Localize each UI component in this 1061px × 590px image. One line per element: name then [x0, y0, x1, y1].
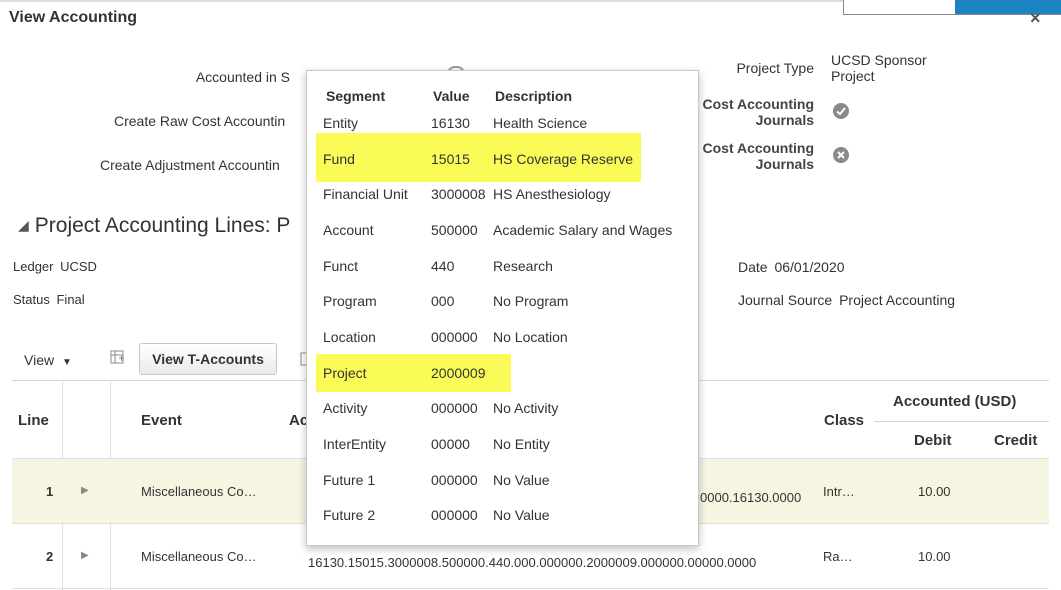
status-field: Status Final: [13, 292, 85, 307]
col-header-class[interactable]: Class: [824, 412, 864, 429]
row-line-number: 1: [46, 484, 54, 499]
status-value: Final: [56, 292, 85, 307]
row-divider: [12, 588, 1049, 589]
segment-description: No Value: [493, 507, 550, 523]
view-t-accounts-button[interactable]: View T-Accounts: [139, 343, 277, 375]
section-title-text: Project Accounting Lines: P: [34, 214, 291, 237]
detach-table-icon[interactable]: [108, 348, 126, 369]
view-menu[interactable]: View ▼: [24, 352, 72, 368]
segment-name: Fund: [323, 151, 355, 167]
segment-value: 000: [431, 293, 455, 309]
journal-source-field: Journal Source Project Accounting: [738, 292, 955, 308]
segment-description: Health Science: [493, 115, 588, 131]
popup-header-segment: Segment: [326, 88, 386, 104]
segment-name: Project: [323, 365, 367, 381]
account-segments-popup: Segment Value Description Entity 16130 H…: [306, 70, 699, 546]
collapse-triangle-icon[interactable]: ◢: [18, 217, 29, 233]
segment-value: 15015: [431, 151, 470, 167]
view-menu-label: View: [24, 352, 55, 368]
segment-value: 3000008: [431, 186, 486, 202]
segment-description: No Location: [493, 329, 568, 345]
segment-description: No Entity: [493, 436, 550, 452]
col-header-event[interactable]: Event: [141, 412, 182, 429]
ledger-value: UCSD: [60, 259, 97, 274]
segment-description: No Value: [493, 472, 550, 488]
create-adjustment-label: Create Adjustment Accountin: [100, 157, 280, 173]
col-header-debit[interactable]: Debit: [914, 432, 952, 449]
accounted-in-label: Accounted in S: [195, 69, 290, 85]
journal-source-label: Journal Source: [738, 292, 833, 308]
segment-value: 00000: [431, 436, 470, 452]
ledger-label: Ledger: [13, 259, 54, 274]
row-event: Miscellaneous Co…: [141, 549, 257, 564]
segment-name: Future 1: [323, 472, 376, 488]
section-title[interactable]: ◢ Project Accounting Lines: P: [18, 214, 290, 238]
dropdown-arrow-icon: ▼: [61, 357, 72, 368]
col-header-credit[interactable]: Credit: [994, 432, 1037, 449]
expand-row-icon[interactable]: ▶: [81, 550, 89, 561]
date-label: Date: [738, 259, 768, 275]
col-header-accounted: Accounted (USD): [893, 393, 1017, 410]
col-header-line[interactable]: Line: [18, 412, 49, 429]
segment-value: 000000: [431, 472, 478, 488]
segment-value: 440: [431, 258, 455, 274]
popup-header-description: Description: [495, 88, 573, 104]
segment-description: No Program: [493, 293, 569, 309]
segment-value: 16130: [431, 115, 470, 131]
segment-name: Entity: [323, 115, 359, 131]
cost-journals-label-2: Cost Accounting Journals: [702, 140, 814, 172]
segment-description: HS Anesthesiology: [493, 186, 611, 202]
row-debit: 10.00: [918, 484, 951, 499]
accounted-subheader-line: [874, 421, 1049, 422]
project-type-label: Project Type: [736, 60, 814, 76]
segment-name: Account: [323, 222, 374, 238]
segment-description: Academic Salary and Wages: [493, 222, 673, 238]
check-icon: [832, 102, 850, 120]
segment-value: 000000: [431, 507, 478, 523]
row-line-number: 2: [46, 549, 54, 564]
row-account: 0000.16130.0000: [700, 490, 802, 505]
popup-header-value: Value: [433, 88, 470, 104]
row-class: Ra…: [823, 549, 853, 564]
segment-name: InterEntity: [323, 436, 387, 452]
x-circle-icon: [832, 146, 850, 164]
row-debit: 10.00: [918, 549, 951, 564]
segment-value: 000000: [431, 329, 478, 345]
date-field: Date 06/01/2020: [738, 259, 845, 275]
segment-name: Future 2: [323, 507, 376, 523]
row-account[interactable]: 16130.15015.3000008.500000.440.000.00000…: [308, 555, 756, 570]
dialog-title: View Accounting: [9, 9, 138, 26]
status-label: Status: [13, 292, 50, 307]
row-event: Miscellaneous Co…: [141, 484, 257, 499]
segment-value: 2000009: [431, 365, 486, 381]
project-type-value: UCSD Sponsor Project: [831, 52, 927, 84]
date-value: 06/01/2020: [774, 259, 845, 275]
segment-value: 500000: [431, 222, 478, 238]
close-icon[interactable]: ×: [1030, 8, 1041, 29]
segment-name: Financial Unit: [323, 186, 408, 202]
row-class: Intr…: [823, 484, 855, 499]
cost-journals-label-1: Cost Accounting Journals: [702, 96, 814, 128]
segment-description: Research: [493, 258, 553, 274]
segment-description: HS Coverage Reserve: [493, 151, 634, 167]
segment-name: Program: [323, 293, 377, 309]
segment-description: No Activity: [493, 400, 559, 416]
journal-source-value: Project Accounting: [839, 292, 956, 308]
segment-name: Activity: [323, 400, 368, 416]
ledger-field: Ledger UCSD: [13, 259, 97, 274]
header-tab-accent: [955, 0, 1061, 14]
create-raw-cost-label: Create Raw Cost Accountin: [114, 113, 286, 129]
segment-name: Location: [323, 329, 376, 345]
segment-value: 000000: [431, 400, 478, 416]
expand-row-icon[interactable]: ▶: [81, 485, 89, 496]
segment-name: Funct: [323, 258, 359, 274]
